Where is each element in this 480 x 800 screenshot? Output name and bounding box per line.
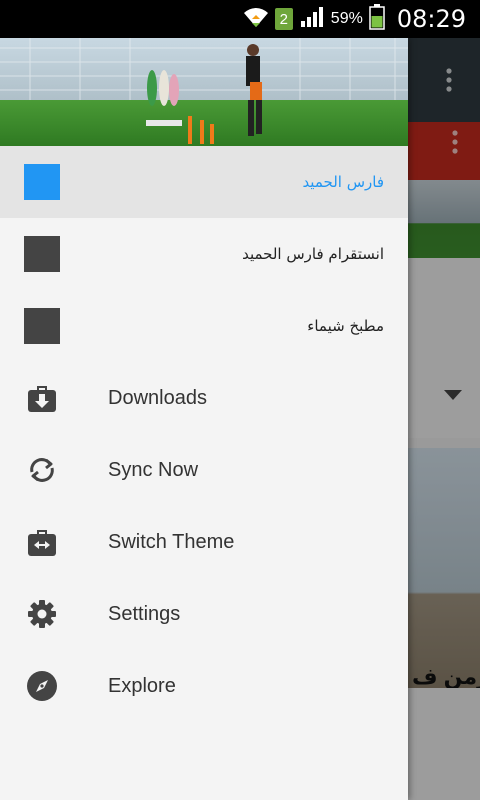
compass-icon bbox=[24, 668, 60, 704]
menu-label: Sync Now bbox=[108, 459, 199, 481]
menu-item-downloads[interactable]: Downloads bbox=[0, 362, 408, 434]
menu-label: Settings bbox=[108, 603, 181, 625]
account-avatar bbox=[24, 164, 60, 200]
wifi-icon bbox=[243, 5, 269, 34]
drawer-list: فارس الحميد انستقرام فارس الحميد مطبخ شي… bbox=[0, 146, 408, 722]
menu-label: Explore bbox=[108, 675, 176, 697]
account-label: انستقرام فارس الحميد bbox=[242, 245, 384, 263]
sim-badge: 2 bbox=[274, 8, 293, 30]
menu-item-switch-theme[interactable]: Switch Theme bbox=[0, 506, 408, 578]
menu-item-sync-now[interactable]: Sync Now bbox=[0, 434, 408, 506]
downloads-icon bbox=[24, 380, 60, 416]
account-row-2[interactable]: انستقرام فارس الحميد bbox=[0, 218, 408, 290]
battery-icon bbox=[369, 3, 385, 35]
battery-percent: 59% bbox=[330, 10, 363, 27]
menu-label: Downloads bbox=[108, 387, 207, 409]
menu-item-settings[interactable]: Settings bbox=[0, 578, 408, 650]
account-row-1[interactable]: فارس الحميد bbox=[0, 146, 408, 218]
status-bar: 2 59% 08:29 bbox=[0, 0, 480, 38]
drawer-header-image bbox=[0, 38, 408, 146]
account-label: فارس الحميد bbox=[302, 173, 384, 191]
account-avatar bbox=[24, 236, 60, 272]
account-label: مطبخ شيماء bbox=[307, 317, 384, 335]
clock: 08:29 bbox=[396, 5, 466, 33]
account-avatar bbox=[24, 308, 60, 344]
signal-icon bbox=[299, 5, 325, 34]
switch-theme-icon bbox=[24, 524, 60, 560]
sync-icon bbox=[24, 452, 60, 488]
account-row-3[interactable]: مطبخ شيماء bbox=[0, 290, 408, 362]
navigation-drawer: فارس الحميد انستقرام فارس الحميد مطبخ شي… bbox=[0, 38, 408, 800]
gear-icon bbox=[24, 596, 60, 632]
menu-label: Switch Theme bbox=[108, 531, 235, 553]
menu-item-explore[interactable]: Explore bbox=[0, 650, 408, 722]
